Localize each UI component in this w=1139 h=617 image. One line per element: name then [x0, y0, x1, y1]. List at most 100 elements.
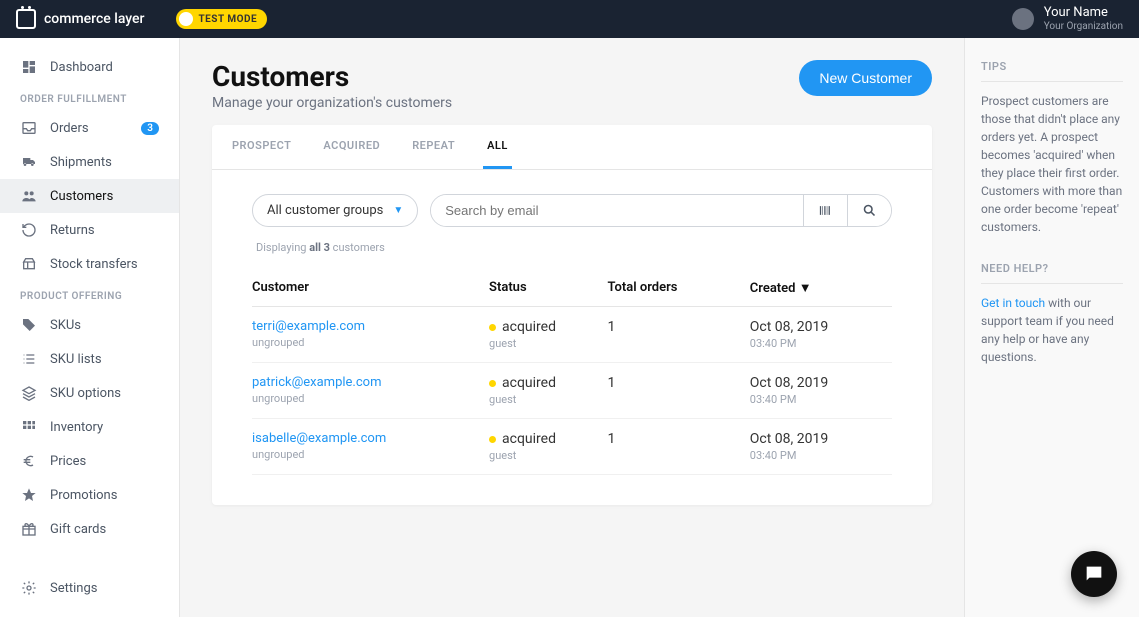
sidebar-item-promotions[interactable]: Promotions [0, 478, 179, 512]
sidebar-item-gift-cards[interactable]: Gift cards [0, 512, 179, 546]
col-status[interactable]: Status [489, 280, 608, 295]
sidebar-item-dashboard[interactable]: Dashboard [0, 50, 179, 84]
chat-widget-button[interactable] [1071, 551, 1117, 597]
sidebar-item-inventory[interactable]: Inventory [0, 410, 179, 444]
sidebar-item-label: Returns [50, 223, 95, 238]
test-mode-toggle[interactable]: TEST MODE [176, 9, 267, 29]
toggle-knob-icon [179, 12, 193, 26]
list-icon [20, 350, 38, 368]
table-row[interactable]: patrick@example.comungroupedacquiredgues… [252, 363, 892, 419]
tips-body: Prospect customers are those that didn't… [981, 92, 1123, 236]
col-total-orders[interactable]: Total orders [608, 280, 750, 295]
main-content: Customers Manage your organization's cus… [180, 38, 964, 617]
customer-role: guest [489, 449, 608, 462]
customers-card: PROSPECT ACQUIRED REPEAT ALL All custome… [212, 125, 932, 505]
sidebar-section-order: ORDER FULFILLMENT [0, 84, 179, 111]
test-mode-label: TEST MODE [198, 14, 257, 25]
barcode-button[interactable] [803, 195, 847, 226]
created-date: Oct 08, 2019 [750, 375, 892, 391]
user-name: Your Name [1044, 6, 1123, 20]
sidebar-item-label: SKU lists [50, 352, 102, 367]
col-created[interactable]: Created ▼ [750, 280, 892, 296]
customers-table: Customer Status Total orders Created ▼ t… [212, 266, 932, 505]
table-row[interactable]: terri@example.com ungroupedacquired guest1… [252, 307, 892, 363]
chat-icon [1083, 563, 1105, 585]
tips-panel: TIPS Prospect customers are those that d… [964, 38, 1139, 617]
sidebar-item-shipments[interactable]: Shipments [0, 145, 179, 179]
user-menu[interactable]: Your Name Your Organization [1012, 6, 1123, 31]
sidebar-item-label: Customers [50, 189, 113, 204]
tabs: PROSPECT ACQUIRED REPEAT ALL [212, 125, 932, 170]
transfer-icon [20, 255, 38, 273]
logo-icon [16, 9, 36, 29]
avatar-icon [1012, 8, 1034, 30]
top-bar: commerce layer TEST MODE Your Name Your … [0, 0, 1139, 38]
customer-role: guest [489, 337, 608, 350]
chevron-down-icon: ▼ [393, 205, 403, 216]
status-dot-icon [489, 436, 496, 443]
created-time: 03:40 PM [750, 337, 892, 350]
created-time: 03:40 PM [750, 449, 892, 462]
tab-prospect[interactable]: PROSPECT [228, 125, 295, 169]
sidebar-item-sku-lists[interactable]: SKU lists [0, 342, 179, 376]
page-subtitle: Manage your organization's customers [212, 95, 452, 111]
customer-status: acquired [489, 319, 608, 335]
customer-orders: 1 [608, 431, 750, 447]
sidebar-section-product: PRODUCT OFFERING [0, 281, 179, 308]
sidebar-item-stock-transfers[interactable]: Stock transfers [0, 247, 179, 281]
customer-status: acquired [489, 431, 608, 447]
tab-all[interactable]: ALL [483, 125, 512, 169]
customer-group: ungrouped [252, 336, 489, 349]
customer-email[interactable]: terri@example.com [252, 319, 489, 334]
truck-icon [20, 153, 38, 171]
tab-repeat[interactable]: REPEAT [408, 125, 459, 169]
gear-icon [20, 579, 38, 597]
table-row[interactable]: isabelle@example.com ungroupedacquired gue… [252, 419, 892, 475]
sidebar-item-orders[interactable]: Orders 3 [0, 111, 179, 145]
help-title: NEED HELP? [981, 262, 1123, 284]
sidebar-item-label: Shipments [50, 155, 112, 170]
created-time: 03:40 PM [750, 393, 892, 406]
col-customer[interactable]: Customer [252, 280, 489, 295]
sidebar-item-skus[interactable]: SKUs [0, 308, 179, 342]
get-in-touch-link[interactable]: Get in touch [981, 296, 1045, 310]
sidebar-item-label: Dashboard [50, 60, 113, 75]
gift-icon [20, 520, 38, 538]
sidebar-item-label: Orders [50, 121, 89, 136]
refresh-icon [20, 221, 38, 239]
customer-group: ungrouped [252, 448, 489, 461]
page-title: Customers [212, 60, 452, 93]
created-date: Oct 08, 2019 [750, 319, 892, 335]
brand-logo[interactable]: commerce layer [16, 9, 144, 29]
created-date: Oct 08, 2019 [750, 431, 892, 447]
new-customer-button[interactable]: New Customer [799, 60, 932, 96]
customer-orders: 1 [608, 319, 750, 335]
star-icon [20, 486, 38, 504]
status-dot-icon [489, 324, 496, 331]
result-count: Displaying all 3 customers [252, 239, 892, 256]
customer-email[interactable]: patrick@example.com [252, 375, 489, 390]
sidebar-item-label: Stock transfers [50, 257, 138, 272]
euro-icon [20, 452, 38, 470]
sidebar-item-returns[interactable]: Returns [0, 213, 179, 247]
sidebar-item-prices[interactable]: Prices [0, 444, 179, 478]
stack-icon [20, 384, 38, 402]
sidebar-item-label: Settings [50, 581, 97, 596]
customer-group: ungrouped [252, 392, 489, 405]
sidebar-item-label: SKUs [50, 318, 81, 333]
customer-email[interactable]: isabelle@example.com [252, 431, 489, 446]
sidebar-item-customers[interactable]: Customers [0, 179, 179, 213]
orders-badge: 3 [141, 122, 159, 135]
tab-acquired[interactable]: ACQUIRED [319, 125, 384, 169]
search-button[interactable] [847, 195, 891, 226]
sidebar-item-sku-options[interactable]: SKU options [0, 376, 179, 410]
customer-orders: 1 [608, 375, 750, 391]
search-input[interactable] [431, 195, 803, 226]
dashboard-icon [20, 58, 38, 76]
customer-group-select[interactable]: All customer groups ▼ [252, 194, 418, 227]
status-dot-icon [489, 380, 496, 387]
grid-icon [20, 418, 38, 436]
user-info: Your Name Your Organization [1044, 6, 1123, 31]
user-org: Your Organization [1044, 21, 1123, 32]
sidebar-item-settings[interactable]: Settings [0, 571, 179, 605]
